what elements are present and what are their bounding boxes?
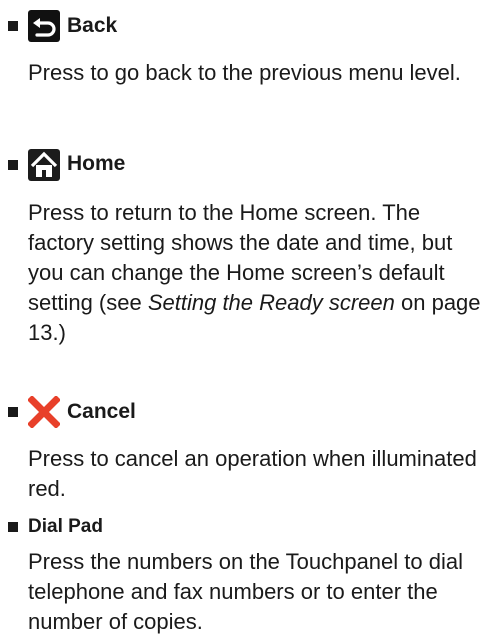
home-description: Press to return to the Home screen. The … bbox=[28, 198, 484, 348]
home-label: Home bbox=[67, 152, 126, 175]
dial-pad-label: Dial Pad bbox=[28, 516, 103, 537]
bullet-square bbox=[8, 407, 18, 417]
ready-screen-reference[interactable]: Setting the Ready screen bbox=[148, 290, 395, 315]
bullet-square bbox=[8, 522, 18, 532]
home-icon bbox=[28, 149, 60, 181]
cancel-x-icon bbox=[27, 395, 61, 429]
bullet-square bbox=[8, 160, 18, 170]
cancel-description: Press to cancel an operation when illumi… bbox=[28, 446, 477, 501]
dial-pad-description: Press the numbers on the Touchpanel to d… bbox=[28, 549, 463, 634]
bullet-square bbox=[8, 21, 18, 31]
back-description: Press to go back to the previous menu le… bbox=[28, 60, 461, 85]
back-arrow-icon bbox=[28, 10, 60, 42]
cancel-label: Cancel bbox=[67, 400, 136, 423]
back-label: Back bbox=[67, 14, 118, 37]
